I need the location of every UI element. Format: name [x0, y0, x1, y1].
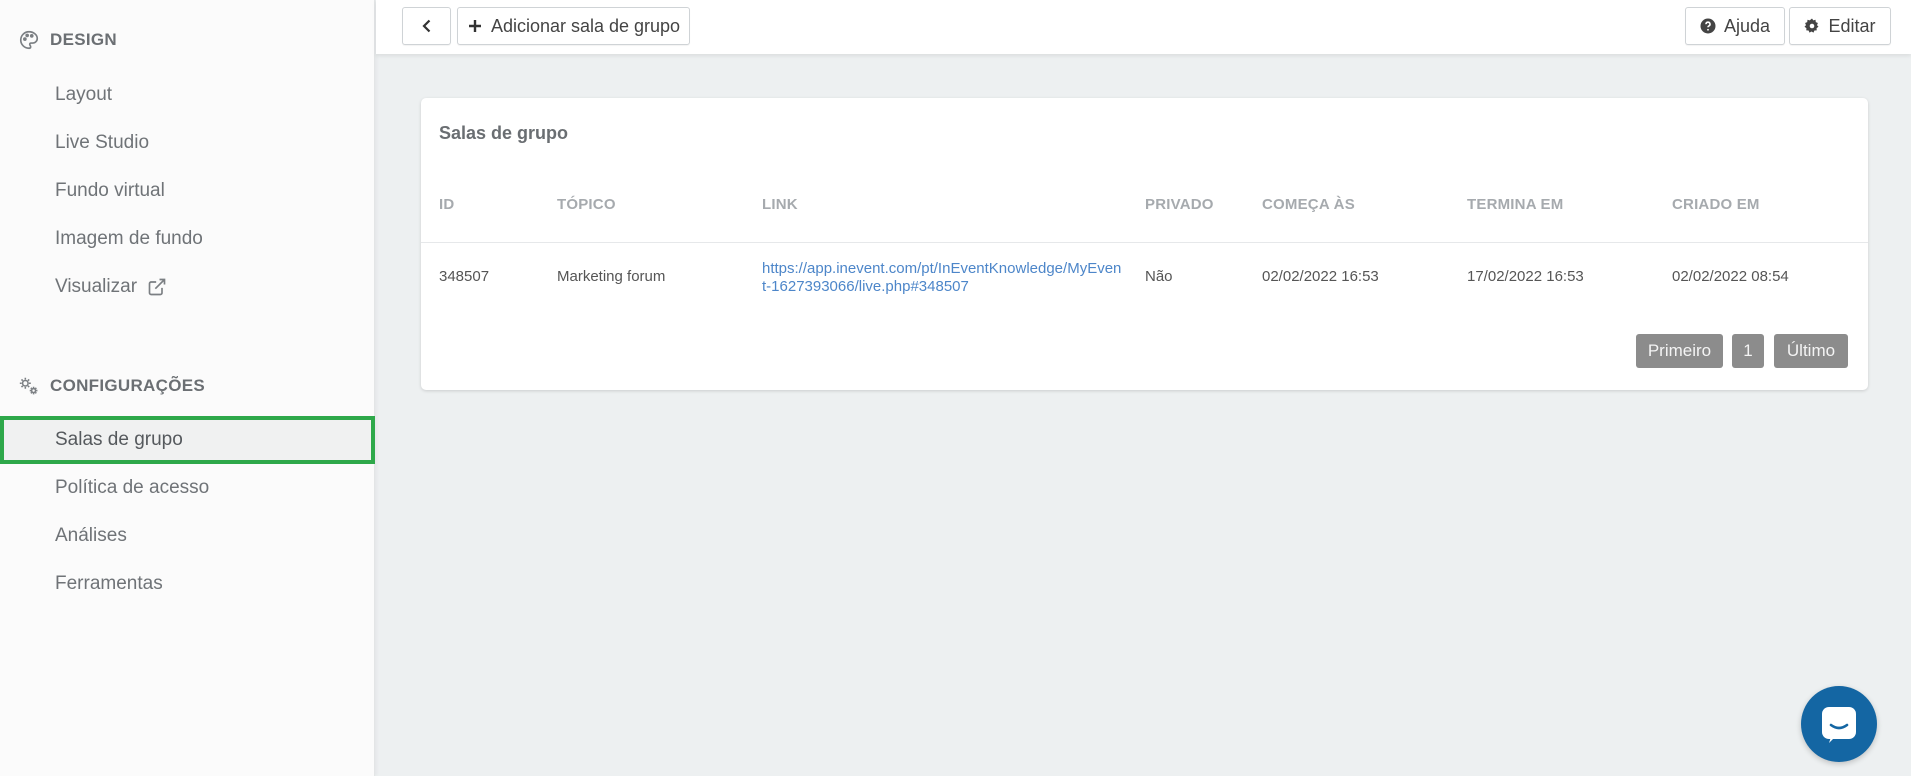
settings-heading-label: CONFIGURAÇÕES [50, 376, 206, 395]
external-link-icon [148, 278, 166, 296]
sidebar: DESIGN Layout Live Studio Fundo virtual … [0, 0, 375, 776]
sidebar-item-label: Política de acesso [55, 477, 210, 498]
design-section-heading: DESIGN [18, 29, 117, 51]
plus-icon [468, 20, 481, 32]
chat-launcher-button[interactable] [1801, 686, 1877, 762]
chat-icon [1822, 707, 1856, 743]
cell-starts: 02/02/2022 16:53 [1262, 268, 1379, 285]
palette-icon [20, 30, 39, 50]
back-button[interactable] [402, 7, 451, 45]
column-header-private: PRIVADO [1145, 196, 1214, 213]
sidebar-item-label: Live Studio [55, 132, 150, 153]
question-circle-icon [1700, 18, 1716, 34]
sidebar-item-label: Ferramentas [55, 573, 163, 594]
sidebar-item-live-studio[interactable]: Live Studio [0, 119, 375, 167]
cell-created: 02/02/2022 08:54 [1672, 268, 1789, 285]
sidebar-item-label: Fundo virtual [55, 180, 165, 201]
settings-section-heading: CONFIGURAÇÕES [18, 375, 205, 397]
group-rooms-card: Salas de grupo ID TÓPICO LINK PRIVADO CO… [421, 98, 1868, 390]
column-header-id: ID [439, 196, 455, 213]
cell-id: 348507 [439, 268, 490, 285]
table-divider [421, 242, 1868, 243]
sidebar-item-analytics[interactable]: Análises [0, 512, 375, 560]
column-header-starts: COMEÇA ÀS [1262, 196, 1355, 213]
column-header-link: LINK [762, 196, 798, 213]
pagination-page-button[interactable]: 1 [1732, 334, 1764, 368]
sidebar-item-access-policy[interactable]: Política de acesso [0, 464, 375, 512]
sidebar-item-label: Layout [55, 84, 113, 105]
pagination-first-button[interactable]: Primeiro [1636, 334, 1723, 368]
card-title: Salas de grupo [439, 123, 569, 143]
add-group-room-label: Adicionar sala de grupo [490, 15, 681, 36]
gear-icon [1804, 18, 1819, 33]
column-header-topic: TÓPICO [557, 196, 616, 213]
sidebar-item-preview[interactable]: Visualizar [0, 263, 375, 311]
add-group-room-button[interactable]: Adicionar sala de grupo [457, 7, 690, 45]
cell-link[interactable]: https://app.inevent.com/pt/InEventKnowle… [762, 260, 1122, 296]
pagination-last-button[interactable]: Último [1774, 334, 1848, 368]
help-label: Ajuda [1723, 15, 1771, 36]
sidebar-item-layout[interactable]: Layout [0, 71, 375, 119]
edit-button[interactable]: Editar [1789, 7, 1891, 45]
cell-private: Não [1145, 268, 1173, 285]
sidebar-item-group-rooms[interactable]: Salas de grupo [0, 416, 375, 464]
chevron-left-icon [421, 19, 430, 33]
sidebar-item-virtual-background[interactable]: Fundo virtual [0, 167, 375, 215]
sidebar-item-label: Análises [55, 525, 127, 546]
topbar: Adicionar sala de grupo Ajuda Editar [376, 0, 1911, 54]
cell-topic: Marketing forum [557, 268, 666, 285]
edit-label: Editar [1828, 15, 1876, 36]
column-header-created: CRIADO EM [1672, 196, 1760, 213]
design-heading-label: DESIGN [50, 30, 117, 49]
column-header-ends: TERMINA EM [1467, 196, 1564, 213]
sidebar-item-tools[interactable]: Ferramentas [0, 560, 375, 608]
gears-icon [19, 377, 38, 395]
sidebar-item-background-image[interactable]: Imagem de fundo [0, 215, 375, 263]
sidebar-item-label: Imagem de fundo [55, 228, 203, 249]
sidebar-item-label: Salas de grupo [55, 429, 183, 450]
help-button[interactable]: Ajuda [1685, 7, 1785, 45]
cell-ends: 17/02/2022 16:53 [1467, 268, 1584, 285]
sidebar-item-label: Visualizar [55, 276, 138, 297]
